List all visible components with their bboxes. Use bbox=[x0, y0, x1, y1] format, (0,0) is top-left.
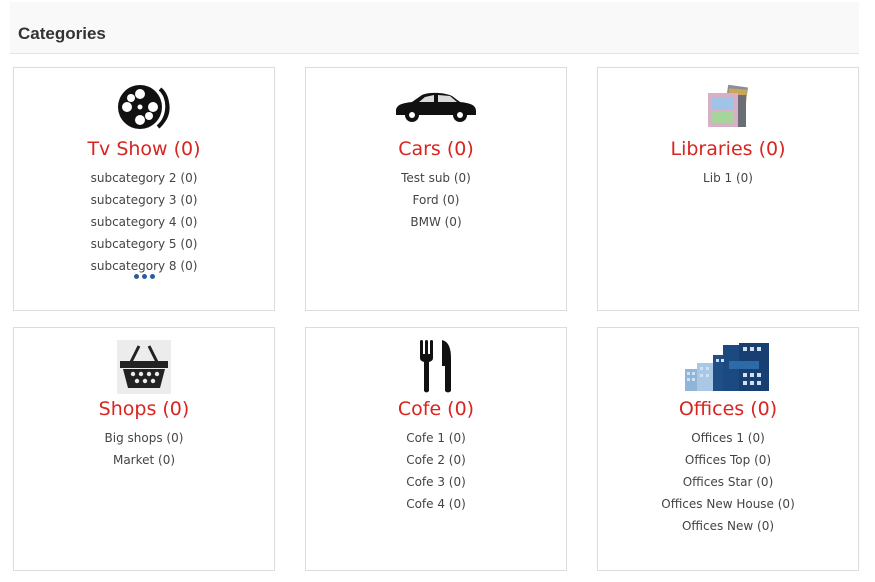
categories-header: Categories bbox=[10, 2, 859, 54]
category-card-cofe: Cofe (0) Cofe 1 (0) Cofe 2 (0) Cofe 3 (0… bbox=[305, 327, 567, 571]
subcategory-link[interactable]: Offices Star (0) bbox=[598, 471, 858, 493]
page-title: Categories bbox=[18, 24, 106, 43]
subcategory-link[interactable]: Test sub (0) bbox=[306, 167, 566, 189]
category-title[interactable]: Cars (0) bbox=[306, 138, 566, 160]
hotel-building-icon[interactable] bbox=[598, 342, 858, 392]
subcategory-link[interactable]: Offices 1 (0) bbox=[598, 427, 858, 449]
more-dot bbox=[149, 274, 155, 279]
category-title[interactable]: Libraries (0) bbox=[598, 138, 858, 160]
more-dot bbox=[133, 274, 139, 279]
subcategory-link[interactable]: Ford (0) bbox=[306, 189, 566, 211]
subcategory-list: Test sub (0) Ford (0) BMW (0) bbox=[306, 167, 566, 233]
subcategory-list: Offices 1 (0) Offices Top (0) Offices St… bbox=[598, 427, 858, 537]
category-title[interactable]: Shops (0) bbox=[14, 398, 274, 420]
subcategory-link[interactable]: Cofe 4 (0) bbox=[306, 493, 566, 515]
car-icon[interactable] bbox=[306, 82, 566, 132]
subcategory-link[interactable]: Cofe 2 (0) bbox=[306, 449, 566, 471]
subcategory-link[interactable]: BMW (0) bbox=[306, 211, 566, 233]
more-dot bbox=[141, 274, 147, 279]
fork-knife-icon[interactable] bbox=[306, 338, 566, 394]
category-title[interactable]: Offices (0) bbox=[598, 398, 858, 420]
subcategory-list: Big shops (0) Market (0) bbox=[14, 427, 274, 471]
more-dots-icon[interactable] bbox=[14, 274, 274, 279]
category-card-shops: Shops (0) Big shops (0) Market (0) bbox=[13, 327, 275, 571]
subcategory-link[interactable]: Offices New House (0) bbox=[598, 493, 858, 515]
subcategory-link[interactable]: Cofe 1 (0) bbox=[306, 427, 566, 449]
subcategory-link[interactable]: Offices New (0) bbox=[598, 515, 858, 537]
subcategory-link[interactable]: subcategory 3 (0) bbox=[14, 189, 274, 211]
category-title[interactable]: Cofe (0) bbox=[306, 398, 566, 420]
subcategory-list: subcategory 2 (0) subcategory 3 (0) subc… bbox=[14, 167, 274, 277]
subcategory-list: Lib 1 (0) bbox=[598, 167, 858, 189]
subcategory-list: Cofe 1 (0) Cofe 2 (0) Cofe 3 (0) Cofe 4 … bbox=[306, 427, 566, 515]
books-icon[interactable] bbox=[598, 82, 858, 132]
category-card-offices: Offices (0) Offices 1 (0) Offices Top (0… bbox=[597, 327, 859, 571]
category-card-tv-show: Tv Show (0) subcategory 2 (0) subcategor… bbox=[13, 67, 275, 311]
category-title[interactable]: Tv Show (0) bbox=[14, 138, 274, 160]
subcategory-link[interactable]: Offices Top (0) bbox=[598, 449, 858, 471]
subcategory-link[interactable]: Big shops (0) bbox=[14, 427, 274, 449]
subcategory-link[interactable]: Lib 1 (0) bbox=[598, 167, 858, 189]
shopping-basket-icon[interactable] bbox=[14, 340, 274, 394]
subcategory-link[interactable]: subcategory 5 (0) bbox=[14, 233, 274, 255]
category-card-cars: Cars (0) Test sub (0) Ford (0) BMW (0) bbox=[305, 67, 567, 311]
subcategory-link[interactable]: Cofe 3 (0) bbox=[306, 471, 566, 493]
subcategory-link[interactable]: subcategory 4 (0) bbox=[14, 211, 274, 233]
film-reel-icon[interactable] bbox=[14, 82, 274, 132]
category-card-libraries: Libraries (0) Lib 1 (0) bbox=[597, 67, 859, 311]
subcategory-link[interactable]: Market (0) bbox=[14, 449, 274, 471]
subcategory-link[interactable]: subcategory 2 (0) bbox=[14, 167, 274, 189]
